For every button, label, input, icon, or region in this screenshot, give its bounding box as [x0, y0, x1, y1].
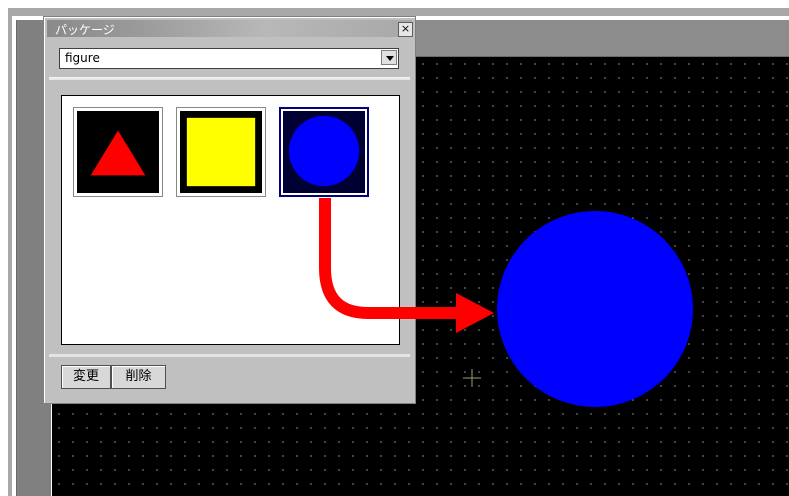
- divider: [49, 77, 410, 80]
- crosshair-cursor-icon: [463, 369, 481, 387]
- category-dropdown[interactable]: figure: [59, 48, 399, 69]
- yellow-square-icon: [186, 117, 256, 187]
- blue-circle-icon: [288, 115, 360, 187]
- package-item-triangle[interactable]: [73, 107, 163, 197]
- chevron-down-icon[interactable]: [381, 50, 397, 65]
- palette-titlebar[interactable]: パッケージ ×: [47, 20, 413, 37]
- red-triangle-icon: [90, 130, 146, 176]
- package-item-circle[interactable]: [279, 107, 369, 197]
- package-items-panel: [61, 95, 400, 345]
- category-dropdown-value: figure: [65, 51, 100, 65]
- close-icon[interactable]: ×: [398, 22, 413, 37]
- change-button[interactable]: 変更: [61, 365, 111, 389]
- package-item-square[interactable]: [176, 107, 266, 197]
- package-palette-window: パッケージ × figure 変更 削除: [43, 16, 416, 404]
- delete-button[interactable]: 削除: [111, 365, 166, 389]
- divider: [49, 354, 410, 357]
- placed-blue-circle[interactable]: [497, 211, 693, 407]
- palette-title: パッケージ: [55, 23, 115, 37]
